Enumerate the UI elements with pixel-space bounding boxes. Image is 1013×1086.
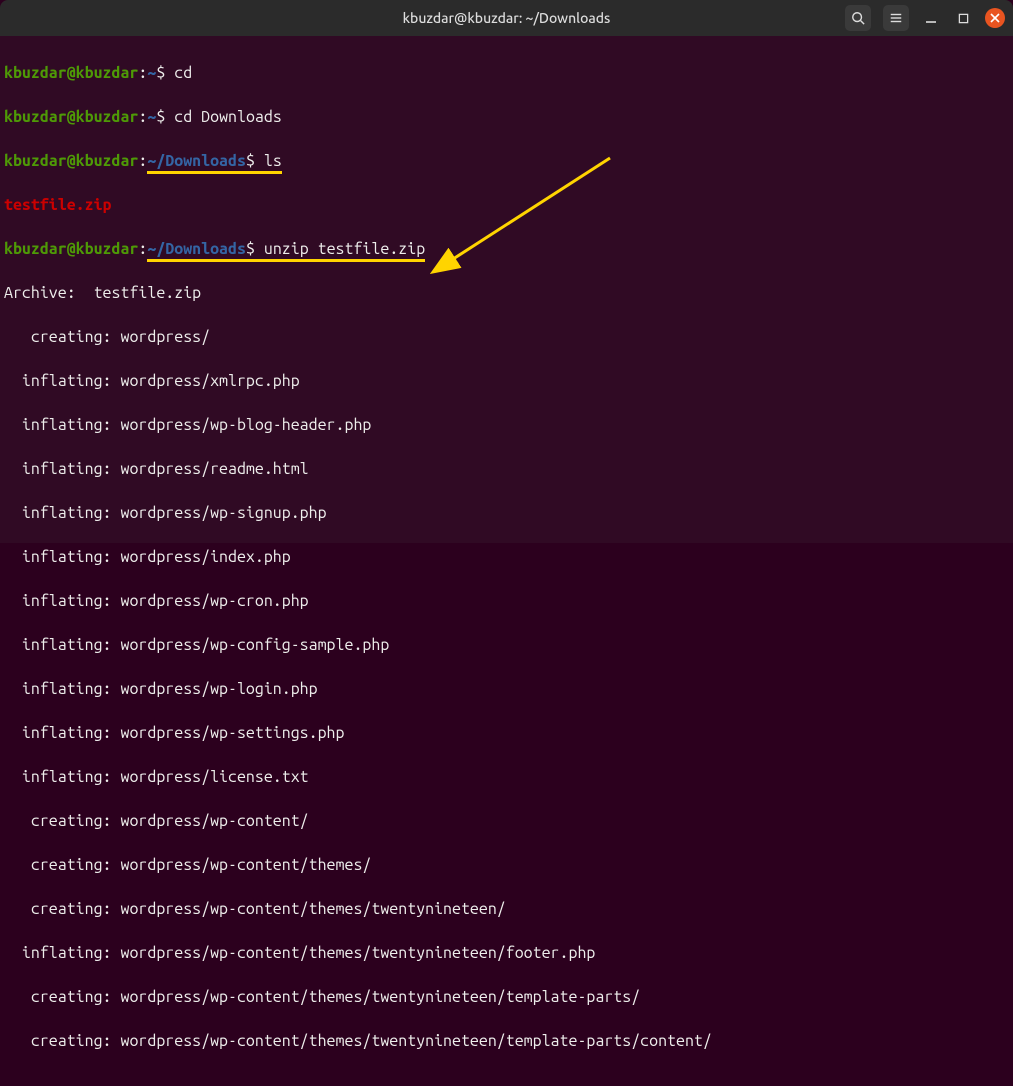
unzip-entry: inflating: wordpress/xmlrpc.php: [4, 370, 1009, 392]
hamburger-icon: [889, 11, 903, 25]
prompt-dollar: $: [156, 64, 165, 82]
minimize-button[interactable]: [921, 8, 941, 28]
prompt-userhost: kbuzdar@kbuzdar: [4, 108, 138, 126]
unzip-entry: inflating: wordpress/wp-login.php: [4, 678, 1009, 700]
terminal-line: kbuzdar@kbuzdar:~$ cd Downloads: [4, 106, 1009, 128]
terminal-line: kbuzdar@kbuzdar:~$ cd: [4, 62, 1009, 84]
unzip-entry: inflating: wordpress/wp-content/themes/t…: [4, 942, 1009, 964]
prompt-path: ~: [147, 64, 156, 82]
search-icon: [851, 11, 865, 25]
unzip-entry: inflating: wordpress/wp-cron.php: [4, 590, 1009, 612]
unzip-entry: creating: wordpress/wp-content/themes/tw…: [4, 986, 1009, 1008]
unzip-entry: inflating: wordpress/readme.html: [4, 458, 1009, 480]
prompt-path: ~: [147, 108, 156, 126]
unzip-entry: inflating: wordpress/wp-config-sample.ph…: [4, 634, 1009, 656]
prompt-dollar: $: [246, 240, 255, 262]
unzip-entry: creating: wordpress/wp-content/: [4, 810, 1009, 832]
close-button[interactable]: [985, 8, 1005, 28]
maximize-button[interactable]: [953, 8, 973, 28]
window-titlebar: kbuzdar@kbuzdar: ~/Downloads: [0, 0, 1013, 36]
window-controls: [845, 5, 1005, 31]
search-button[interactable]: [845, 5, 871, 31]
prompt-userhost: kbuzdar@kbuzdar: [4, 152, 138, 170]
command-text: cd: [174, 64, 192, 82]
unzip-entry: creating: wordpress/wp-content/themes/tw…: [4, 898, 1009, 920]
prompt-dollar: $: [246, 152, 255, 174]
prompt-userhost: kbuzdar@kbuzdar: [4, 64, 138, 82]
prompt-dollar: $: [156, 108, 165, 126]
hamburger-menu-button[interactable]: [883, 5, 909, 31]
terminal-line: kbuzdar@kbuzdar:~/Downloads$ ls: [4, 150, 1009, 172]
minimize-icon: [925, 12, 937, 24]
unzip-entry: creating: wordpress/wp-content/themes/: [4, 854, 1009, 876]
prompt-path: ~/Downloads: [147, 240, 246, 262]
unzip-entry: inflating: wordpress/index.php: [4, 546, 1009, 568]
close-icon: [990, 13, 1000, 23]
terminal-line: testfile.zip: [4, 194, 1009, 216]
command-text: unzip testfile.zip: [264, 240, 425, 262]
prompt-userhost: kbuzdar@kbuzdar: [4, 240, 138, 258]
unzip-archive-line: Archive: testfile.zip: [4, 282, 1009, 304]
unzip-entry: inflating: wordpress/wp-settings.php: [4, 722, 1009, 744]
command-text: ls: [264, 152, 282, 174]
terminal-body[interactable]: kbuzdar@kbuzdar:~$ cd kbuzdar@kbuzdar:~$…: [0, 36, 1013, 543]
unzip-entry: inflating: wordpress/wp-signup.php: [4, 502, 1009, 524]
command-text: cd Downloads: [174, 108, 282, 126]
unzip-entry: creating: wordpress/wp-content/themes/tw…: [4, 1030, 1009, 1052]
ls-output-file: testfile.zip: [4, 196, 112, 214]
terminal-line: kbuzdar@kbuzdar:~/Downloads$ unzip testf…: [4, 238, 1009, 260]
prompt-path: ~/Downloads: [147, 152, 246, 174]
unzip-entry: creating: wordpress/: [4, 326, 1009, 348]
unzip-entry: inflating: wordpress/license.txt: [4, 766, 1009, 788]
unzip-entry: inflating: wordpress/wp-blog-header.php: [4, 414, 1009, 436]
maximize-icon: [958, 13, 969, 24]
